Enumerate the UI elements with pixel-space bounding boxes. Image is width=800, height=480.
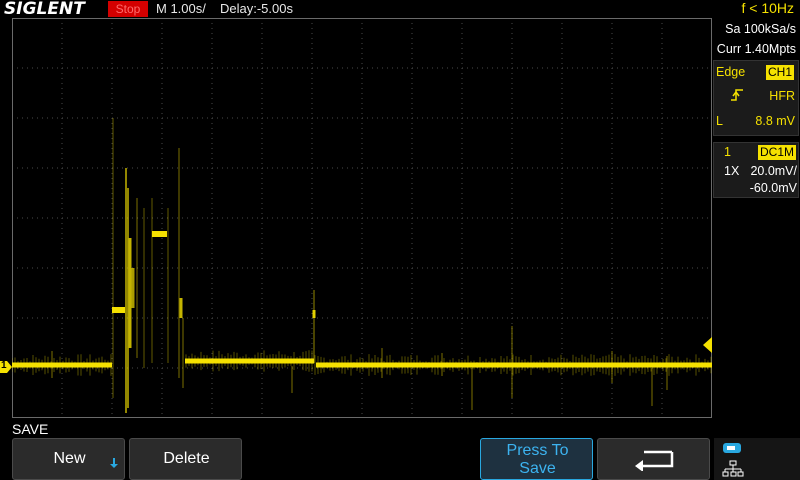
trigger-type: Edge [716, 65, 746, 79]
trigger-source-badge: CH1 [766, 65, 795, 80]
top-status-bar: SIGLENT Stop M 1.00s/ Delay:-5.00s f < 1… [0, 0, 800, 19]
submenu-arrow-icon [110, 458, 118, 468]
channel1-scale: 20.0mV/ [750, 164, 797, 178]
trigger-coupling: HFR [769, 89, 795, 103]
info-panel: Sa 100kSa/s Curr 1.40Mpts Edge CH1 HFR L… [712, 18, 800, 418]
return-button[interactable] [597, 438, 710, 480]
press-to-save-button[interactable]: Press To Save [480, 438, 593, 480]
frequency-counter: f < 10Hz [741, 0, 794, 16]
network-icon[interactable] [722, 460, 744, 478]
new-button[interactable]: New [12, 438, 125, 480]
delay-readout: Delay:-5.00s [220, 1, 293, 16]
channel1-offset: -60.0mV [749, 181, 797, 195]
menu-title: SAVE [12, 421, 49, 437]
return-arrow-icon [635, 450, 674, 471]
channel1-coupling-badge: DC1M [758, 145, 797, 160]
memory-depth: Curr 1.40Mpts [716, 42, 796, 56]
delete-button-label: Delete [163, 450, 210, 467]
channel1-marker-label: 1 [1, 360, 7, 371]
status-area [714, 438, 800, 480]
waveform-display[interactable] [12, 18, 712, 418]
channel1-ground-marker[interactable]: 1 [0, 360, 12, 373]
channel1-probe: 1X [724, 164, 740, 178]
trigger-level-value: 8.8 mV [755, 114, 795, 128]
run-stop-status[interactable]: Stop [108, 1, 148, 17]
press-to-save-line2: Save [519, 460, 556, 477]
channel1-box[interactable]: 1 DC1M 1X 20.0mV/ -60.0mV [713, 142, 799, 198]
channel1-number: 1 [724, 145, 731, 159]
trigger-box[interactable]: Edge CH1 HFR L 8.8 mV [713, 60, 799, 136]
delete-button[interactable]: Delete [129, 438, 242, 480]
press-to-save-line1: Press To [506, 442, 569, 459]
sample-rate: Sa 100kSa/s [725, 22, 796, 36]
timebase-readout: M 1.00s/ [156, 1, 206, 16]
trigger-level-label: L [716, 114, 723, 128]
trigger-level-marker-icon[interactable] [702, 337, 712, 353]
brand-logo: SIGLENT [4, 0, 85, 19]
rising-edge-icon [731, 89, 743, 101]
usb-storage-icon[interactable] [722, 442, 744, 456]
